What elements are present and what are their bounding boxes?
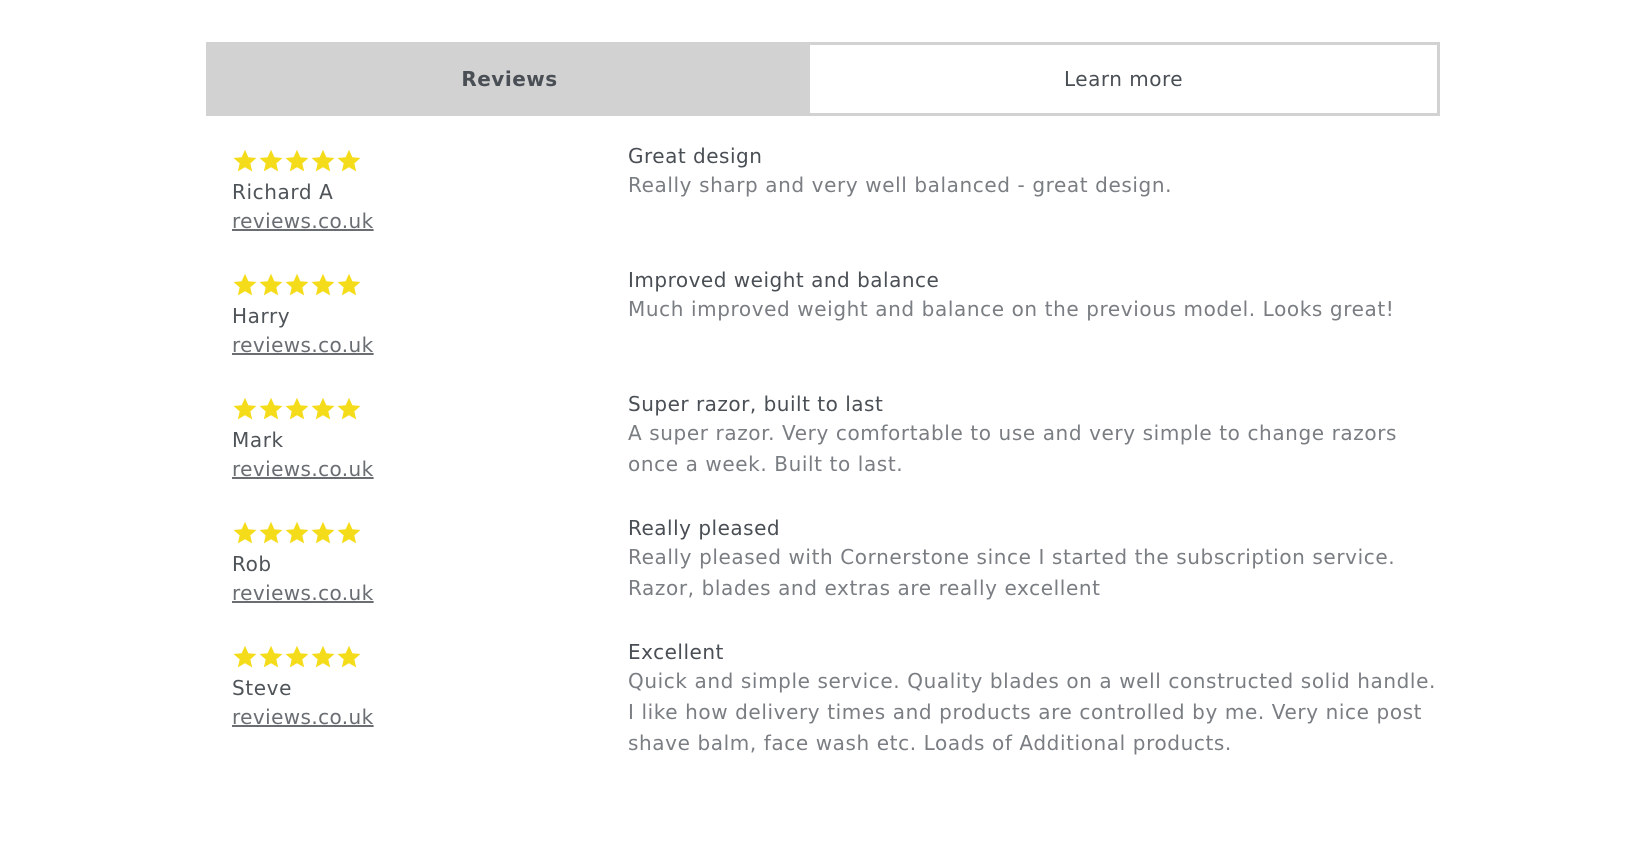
review-author: Richard A [232,180,334,204]
review-meta: Rob reviews.co.uk [232,518,592,608]
review-meta: Harry reviews.co.uk [232,270,592,360]
star-icon [284,396,310,422]
star-icon [284,148,310,174]
star-icon [284,520,310,546]
tab-reviews[interactable]: Reviews [209,45,810,113]
review-source-link[interactable]: reviews.co.uk [232,206,374,236]
star-icon [232,272,258,298]
star-icon [284,644,310,670]
star-icon [232,644,258,670]
reviews-list: Richard A reviews.co.uk Great design Rea… [232,144,1435,766]
review-author: Harry [232,304,291,328]
star-icon [336,644,362,670]
tab-bar: Reviews Learn more [206,42,1440,116]
review-title: Super razor, built to last [628,392,884,416]
star-icon [310,644,336,670]
review-item: Mark reviews.co.uk Super razor, built to… [232,392,1432,518]
star-rating [232,146,592,176]
review-content: Improved weight and balance Much improve… [628,268,1438,325]
review-title: Great design [628,144,763,168]
star-icon [258,396,284,422]
review-content: Super razor, built to last A super razor… [628,392,1438,480]
review-title: Excellent [628,640,724,664]
review-source-link[interactable]: reviews.co.uk [232,454,374,484]
review-meta: Richard A reviews.co.uk [232,146,592,236]
star-icon [284,272,310,298]
review-meta: Steve reviews.co.uk [232,642,592,732]
star-icon [232,520,258,546]
star-icon [232,148,258,174]
star-icon [310,272,336,298]
star-rating [232,642,592,672]
review-source-link[interactable]: reviews.co.uk [232,330,374,360]
star-icon [336,520,362,546]
review-author: Mark [232,428,284,452]
star-icon [310,520,336,546]
review-meta: Mark reviews.co.uk [232,394,592,484]
review-body: Much improved weight and balance on the … [628,297,1395,321]
star-rating [232,518,592,548]
review-body: Really sharp and very well balanced - gr… [628,173,1173,197]
review-item: Steve reviews.co.uk Excellent Quick and … [232,640,1435,766]
review-item: Richard A reviews.co.uk Great design Rea… [232,144,1432,270]
review-title: Really pleased [628,516,781,540]
star-icon [310,396,336,422]
review-author: Rob [232,552,272,576]
star-rating [232,394,592,424]
review-author: Steve [232,676,292,700]
star-icon [336,272,362,298]
review-title: Improved weight and balance [628,268,940,292]
review-source-link[interactable]: reviews.co.uk [232,578,374,608]
star-icon [336,396,362,422]
star-rating [232,270,592,300]
star-icon [336,148,362,174]
review-item: Rob reviews.co.uk Really pleased Really … [232,516,1432,642]
review-body: Quick and simple service. Quality blades… [628,669,1436,755]
star-icon [232,396,258,422]
review-content: Excellent Quick and simple service. Qual… [628,640,1438,759]
review-item: Harry reviews.co.uk Improved weight and … [232,268,1432,394]
review-body: Really pleased with Cornerstone since I … [628,545,1396,600]
review-content: Great design Really sharp and very well … [628,144,1438,201]
tab-learn-more[interactable]: Learn more [810,45,1437,113]
review-body: A super razor. Very comfortable to use a… [628,421,1398,476]
star-icon [310,148,336,174]
review-source-link[interactable]: reviews.co.uk [232,702,374,732]
star-icon [258,520,284,546]
star-icon [258,644,284,670]
star-icon [258,272,284,298]
review-content: Really pleased Really pleased with Corne… [628,516,1438,604]
star-icon [258,148,284,174]
